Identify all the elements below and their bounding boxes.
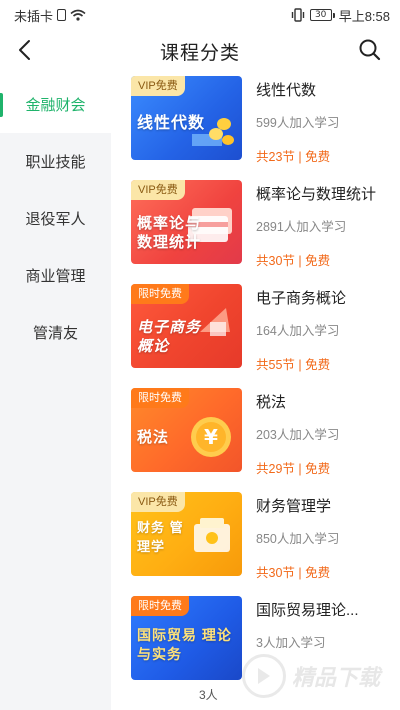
svg-text:¥: ¥ [204,425,218,449]
limited-free-tag: 限时免费 [131,596,189,616]
course-cover[interactable]: ¥ 限时免费 税法 [131,388,242,472]
course-title[interactable]: 电子商务概论 [256,287,396,308]
course-list: VIP免费 线性代数 线性代数 599人加入学习 共23节 | 免费 VIP免费… [111,76,400,700]
course-cover[interactable]: 限时免费 电子商务 概论 [131,284,242,368]
cover-title: 线性代数 [137,115,206,132]
sidebar-item-label: 退役军人 [25,211,86,228]
course-info: 税法 203人加入学习 共29节 | 免费 [256,388,396,477]
course-info: 财务管理学 850人加入学习 共30节 | 免费 [256,492,396,581]
search-button[interactable] [358,38,384,64]
course-item[interactable]: ¥ 限时免费 税法 税法 203人加入学习 共29节 | 免费 [111,388,400,492]
bottom-count: 3人 [199,688,218,702]
search-icon [359,39,381,61]
category-sidebar: 金融财会 职业技能 退役军人 商业管理 管清友 [0,76,111,710]
vip-free-tag: VIP免费 [131,492,185,512]
course-cover[interactable]: 限时免费 国际贸易 理论与实务 [131,596,242,680]
cover-title: 税法 [137,429,170,446]
wifi-icon [70,9,86,21]
course-title[interactable]: 财务管理学 [256,495,396,516]
watermark: 精品下载 [242,648,392,704]
course-info: 概率论与数理统计 2891人加入学习 共30节 | 免费 [256,180,396,269]
cover-title: 概率论与 数理统计 [137,215,202,251]
vip-free-tag: VIP免费 [131,76,185,96]
course-item[interactable]: VIP免费 财务 管理学 财务管理学 850人加入学习 共30节 | 免费 [111,492,400,596]
sidebar-item-label: 金融财会 [25,97,86,114]
vip-free-tag: VIP免费 [131,180,185,200]
course-title[interactable]: 线性代数 [256,79,396,100]
cover-title: 电子商务 概论 [137,319,202,355]
yuan-coin-icon: ¥ [191,417,231,457]
vibrate-icon [290,8,306,22]
sidebar-item-label: 职业技能 [25,154,86,171]
sidebar-item-finance[interactable]: 金融财会 [0,76,111,133]
sidebar-item-business[interactable]: 商业管理 [0,247,111,304]
page-title: 课程分类 [159,43,240,64]
course-meta: 共30节 | 免费 [256,566,331,580]
status-left: 未插卡 [14,6,86,25]
course-students: 2891人加入学习 [256,220,347,234]
watermark-logo-icon [242,654,286,698]
course-students: 599人加入学习 [256,116,340,130]
wallet-illustration-icon [194,518,230,552]
cover-title: 国际贸易 理论与实务 [137,627,232,662]
sidebar-item-vocational[interactable]: 职业技能 [0,133,111,190]
course-meta: 共30节 | 免费 [256,254,331,268]
course-students: 164人加入学习 [256,324,340,338]
course-item[interactable]: VIP免费 线性代数 线性代数 599人加入学习 共23节 | 免费 [111,76,400,180]
course-students: 203人加入学习 [256,428,340,442]
cover-title: 财务 管理学 [137,520,184,554]
course-item[interactable]: VIP免费 概率论与 数理统计 概率论与数理统计 2891人加入学习 共30节 … [111,180,400,284]
sidebar-item-label: 管清友 [32,325,78,342]
sim-icon [57,9,67,21]
battery-icon: 30 [309,9,335,21]
carrier-text: 未插卡 [14,8,54,24]
limited-free-tag: 限时免费 [131,284,189,304]
course-title[interactable]: 国际贸易理论... [256,599,396,620]
sidebar-item-guan-qingyou[interactable]: 管清友 [0,304,111,361]
course-info: 国际贸易理论... 3人加入学习 [256,596,396,651]
course-meta: 共29节 | 免费 [256,462,331,476]
course-students: 850人加入学习 [256,532,340,546]
clock: 早上8:58 [338,8,390,24]
course-title[interactable]: 概率论与数理统计 [256,183,396,204]
course-meta: 共23节 | 免费 [256,150,331,164]
course-info: 电子商务概论 164人加入学习 共55节 | 免费 [256,284,396,373]
watermark-text: 精品下载 [292,665,381,690]
course-meta: 共55节 | 免费 [256,358,331,372]
status-bar: 未插卡 30 早上8:58 [0,0,400,30]
sidebar-item-label: 商业管理 [25,268,86,285]
header: 课程分类 [0,30,400,72]
limited-free-tag: 限时免费 [131,388,189,408]
course-cover[interactable]: VIP免费 财务 管理学 [131,492,242,576]
course-cover[interactable]: VIP免费 线性代数 [131,76,242,160]
status-right: 30 早上8:58 [290,6,390,25]
course-info: 线性代数 599人加入学习 共23节 | 免费 [256,76,396,165]
course-cover[interactable]: VIP免费 概率论与 数理统计 [131,180,242,264]
sidebar-item-veterans[interactable]: 退役军人 [0,190,111,247]
course-item[interactable]: 限时免费 电子商务 概论 电子商务概论 164人加入学习 共55节 | 免费 [111,284,400,388]
course-title[interactable]: 税法 [256,391,396,412]
battery-level: 30 [309,9,332,21]
